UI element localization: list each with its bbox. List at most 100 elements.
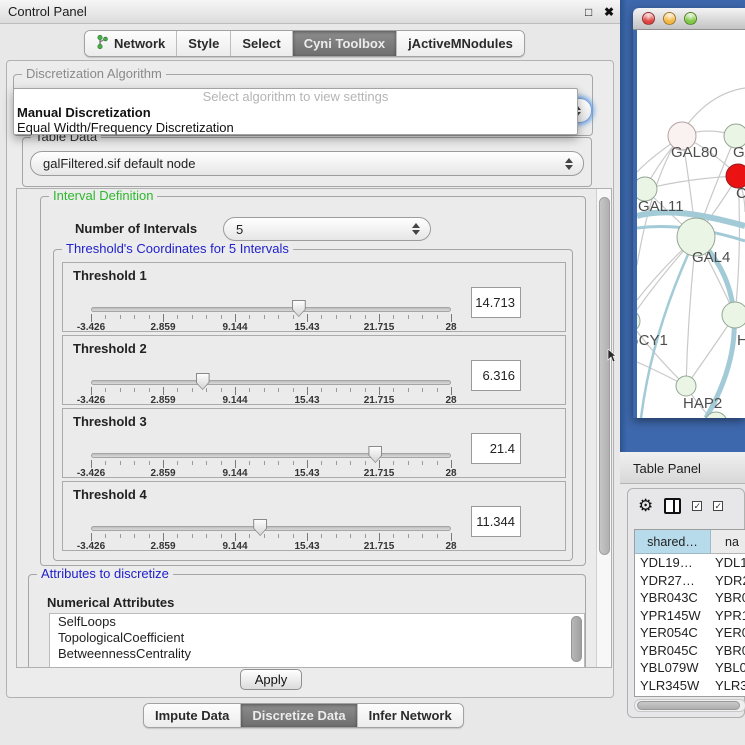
tick-mark (149, 388, 150, 392)
tab-label: Impute Data (155, 708, 229, 723)
network-window-titlebar[interactable] (633, 8, 745, 30)
cell-shared-name: YDR27… (635, 573, 711, 588)
cell-name: YER0 (711, 625, 745, 640)
numerical-attributes-list[interactable]: SelfLoopsTopologicalCoefficientBetweenne… (49, 613, 585, 668)
tab-impute-data[interactable]: Impute Data (144, 704, 241, 727)
network-edge[interactable] (637, 321, 686, 386)
tick-mark (91, 314, 92, 322)
tab-label: Style (188, 36, 219, 51)
table-row[interactable]: YDR27…YDR2 (635, 572, 745, 590)
threshold-panel-1: Threshold 1-3.4262.8599.14415.4321.71528… (62, 262, 566, 332)
tick-mark (120, 534, 121, 538)
attribute-list-item[interactable]: BetweennessCentrality (50, 646, 584, 662)
tick-mark (278, 534, 279, 538)
tick-mark (105, 534, 106, 538)
tick-label: 9.144 (222, 541, 247, 552)
checkbox-select-icon[interactable]: ✓ (713, 501, 723, 511)
float-panel-icon[interactable]: □ (585, 5, 592, 19)
minimize-traffic-light[interactable] (663, 12, 676, 25)
node-label-GAL80: GAL80 (671, 144, 718, 161)
table-hscrollbar-thumb[interactable] (637, 701, 740, 710)
gear-icon[interactable]: ⚙ (638, 497, 653, 514)
apply-button[interactable]: Apply (240, 669, 302, 690)
slider-track[interactable] (91, 453, 451, 458)
table-row[interactable]: YLR345WYLR3 (635, 677, 745, 695)
table-hscrollbar-track[interactable] (634, 699, 745, 712)
threshold-value-field[interactable]: 6.316 (471, 360, 521, 391)
table-row[interactable]: YBR045CYBR0 (635, 642, 745, 660)
tick-mark (350, 461, 351, 465)
table-row[interactable]: YDL19…YDL1 (635, 554, 745, 572)
tick-mark (278, 315, 279, 319)
threshold-value-field[interactable]: 21.4 (471, 433, 521, 464)
network-node-GCY1[interactable] (637, 310, 640, 332)
attributes-scrollbar[interactable] (571, 616, 582, 662)
table-row[interactable]: YBR043CYBR0 (635, 589, 745, 607)
tick-mark (293, 461, 294, 465)
attribute-list-item[interactable]: SelfLoops (50, 614, 584, 630)
slider-ticks (91, 460, 451, 470)
tick-mark (293, 534, 294, 538)
tick-mark (379, 533, 380, 541)
zoom-traffic-light[interactable] (684, 12, 697, 25)
tab-network[interactable]: Network (85, 31, 177, 56)
table-row[interactable]: YER054CYER0 (635, 624, 745, 642)
algorithm-dropdown-popup: Select algorithm to view settings Manual… (13, 88, 578, 135)
threshold-value-field[interactable]: 11.344 (471, 506, 521, 537)
tab-style[interactable]: Style (177, 31, 231, 56)
cell-name: YBL0 (711, 660, 745, 675)
attributes-group-title: Attributes to discretize (37, 567, 173, 581)
table-panel-container: ⚙ ✓ ✓ shared… na YDL19…YDL1YDR27…YDR2YBR… (627, 488, 745, 718)
attribute-list-item[interactable]: TopologicalCoefficient (50, 630, 584, 646)
table-row[interactable]: YBL079WYBL0 (635, 659, 745, 677)
tick-mark (307, 460, 308, 468)
number-of-intervals-combobox[interactable]: 5 (223, 217, 431, 241)
table-row[interactable]: YPR145WYPR1 (635, 607, 745, 625)
column-header-name[interactable]: na (711, 530, 745, 554)
tab-jactivemnodules[interactable]: jActiveMNodules (397, 31, 524, 56)
tick-mark (437, 461, 438, 465)
main-scrollbar-thumb[interactable] (599, 197, 610, 555)
cell-shared-name: YBR043C (635, 590, 711, 605)
tick-mark (177, 315, 178, 319)
tick-label: 2.859 (150, 468, 175, 479)
threshold-value-field[interactable]: 14.713 (471, 287, 521, 318)
tick-mark (408, 388, 409, 392)
close-traffic-light[interactable] (642, 12, 655, 25)
tick-mark (177, 534, 178, 538)
slider-track[interactable] (91, 380, 451, 385)
tab-infer-network[interactable]: Infer Network (358, 704, 463, 727)
slider-track[interactable] (91, 526, 451, 531)
tab-select[interactable]: Select (231, 31, 292, 56)
tick-mark (120, 388, 121, 392)
tick-mark (163, 533, 164, 541)
node-attribute-table[interactable]: shared… na YDL19…YDL1YDR27…YDR2YBR043CYB… (634, 529, 745, 697)
column-header-shared-name[interactable]: shared… (635, 530, 711, 554)
tab-cyni-toolbox[interactable]: Cyni Toolbox (293, 31, 397, 56)
tick-mark (105, 461, 106, 465)
tick-mark (206, 388, 207, 392)
network-node-HAP2[interactable] (676, 376, 696, 396)
table-row[interactable]: YIL053CYIL0 (635, 694, 745, 697)
cell-shared-name: YBR045C (635, 643, 711, 658)
algorithm-placeholder-item[interactable]: Select algorithm to view settings (14, 89, 577, 105)
checkbox-select-all-icon[interactable]: ✓ (692, 501, 702, 511)
tick-label: 21.715 (364, 322, 395, 333)
tab-discretize-data[interactable]: Discretize Data (241, 704, 357, 727)
tick-mark (321, 388, 322, 392)
tick-mark (365, 388, 366, 392)
tick-label: 21.715 (364, 541, 395, 552)
tick-mark (422, 315, 423, 319)
columns-icon[interactable] (664, 498, 681, 514)
menu-item-manual-discretization[interactable]: Manual Discretization (14, 105, 577, 120)
table-data-combobox[interactable]: galFiltered.sif default node (30, 151, 584, 176)
tick-label: 2.859 (150, 395, 175, 406)
close-panel-icon[interactable]: ✖ (604, 5, 614, 19)
main-scrollbar-track[interactable] (596, 189, 611, 667)
slider-track[interactable] (91, 307, 451, 312)
tick-label: 9.144 (222, 468, 247, 479)
cell-name: YIL0 (711, 695, 745, 697)
network-node-node-H[interactable] (722, 302, 745, 328)
network-canvas[interactable]: GAL80GALGAL11CGAL4GCY1HHAP2 (637, 30, 745, 418)
menu-item-equal-width-frequency[interactable]: Equal Width/Frequency Discretization (14, 120, 577, 135)
